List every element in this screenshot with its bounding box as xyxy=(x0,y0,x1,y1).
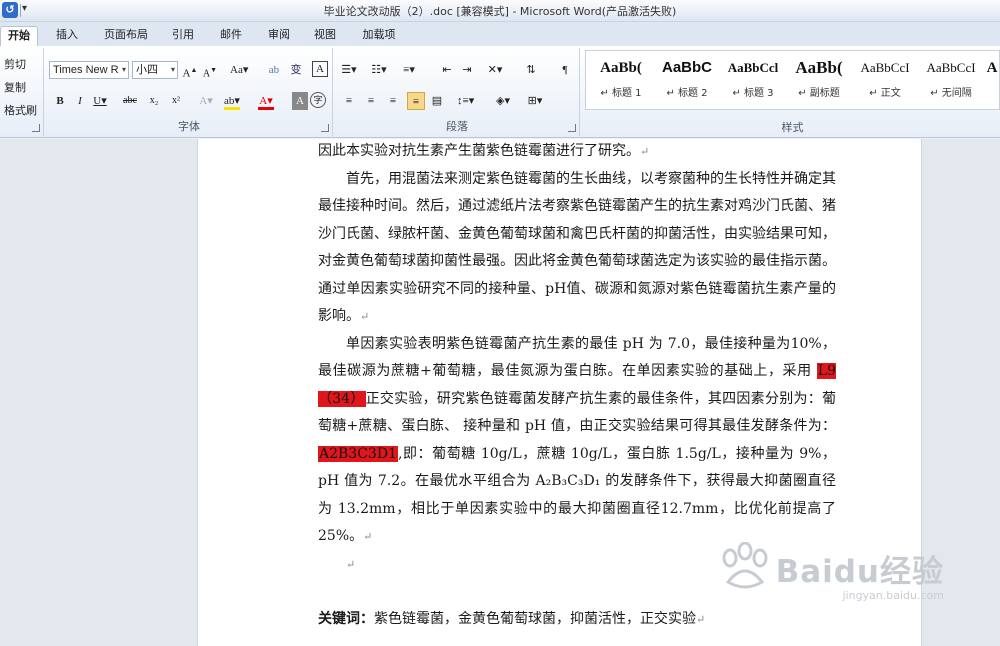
superscript-button[interactable]: x² xyxy=(168,92,184,110)
align-center-icon[interactable]: ≡ xyxy=(363,92,379,110)
italic-button[interactable]: I xyxy=(72,92,88,110)
tab-home[interactable]: 开始 xyxy=(0,26,38,46)
font-group: Times New R ▾ 小四 ▾ A▲ A▼ Aa▾ ab 变 A B I U▾… xyxy=(46,48,333,136)
chevron-down-icon: ▾ xyxy=(170,65,175,74)
paragraph-group: ☰▾ ☷▾ ≡▾ ⇤ ⇥ ✕▾ ⇅ ¶ ≡ ≡ ≡ ≡ ▤ ↕≡▾ ◈▾ ⊞▾ … xyxy=(335,48,580,136)
style-more-preview[interactable]: A xyxy=(984,55,1000,107)
show-formatting-marks-icon[interactable]: ¶ xyxy=(557,61,573,79)
subscript-button[interactable]: x₂ xyxy=(146,92,162,110)
grow-font-icon[interactable]: A▲ xyxy=(182,61,198,80)
chinese-layout-icon[interactable]: ✕▾ xyxy=(487,61,503,79)
style-name: ↵ 副标题 xyxy=(798,88,840,99)
style-name: ↵ 标题 2 xyxy=(666,88,708,99)
font-size-select[interactable]: 小四 ▾ xyxy=(132,61,178,79)
ribbon: 剪切 复制 格式刷 Times New R ▾ 小四 ▾ A▲ A▼ Aa▾ ab … xyxy=(0,46,1000,138)
clipboard-launcher-icon[interactable] xyxy=(32,124,40,132)
style-no-spacing[interactable]: AaBbCcI ↵ 无间隔 xyxy=(918,55,984,107)
tab-addins[interactable]: 加载项 xyxy=(356,26,402,46)
style-name: ↵ 标题 1 xyxy=(600,88,642,99)
paragraph-launcher-icon[interactable] xyxy=(568,124,576,132)
paragraph-methods: 首先，用混菌法来测定紫色链霉菌的生长曲线，以考察菌种的生长特性并确定其最佳接种时… xyxy=(318,170,836,325)
highlighted-optimal-combination: A2B3C3D1 xyxy=(318,445,398,462)
change-case-icon[interactable]: Aa▾ xyxy=(230,61,248,79)
underline-button[interactable]: U▾ xyxy=(92,92,108,110)
phonetic-guide-icon[interactable]: 变 xyxy=(288,61,304,79)
line-spacing-icon[interactable]: ↕≡▾ xyxy=(457,92,474,110)
font-group-label: 字体 xyxy=(178,120,200,133)
font-color-icon[interactable]: A▾ xyxy=(258,92,274,110)
baidu-watermark: Baidu经验 jingyan.baidu.com xyxy=(722,542,944,602)
style-preview: AaBbCcl xyxy=(727,60,779,75)
style-name: ↵ 标题 3 xyxy=(732,88,774,99)
distributed-icon[interactable]: ▤ xyxy=(429,92,445,110)
shading-icon[interactable]: ◈▾ xyxy=(495,92,511,110)
keywords-line: 关键词：紫色链霉菌，金黄色葡萄球菌，抑菌活性，正交实验↵ xyxy=(318,610,706,627)
text-effects-icon[interactable]: A▾ xyxy=(198,92,214,110)
style-preview: AaBb( xyxy=(600,60,642,76)
multilevel-list-icon[interactable]: ≡▾ xyxy=(401,61,417,79)
bullets-icon[interactable]: ☰▾ xyxy=(341,61,357,79)
styles-gallery: AaBb( ↵ 标题 1 AaBbC ↵ 标题 2 AaBbCcl ↵ 标题 3… xyxy=(585,50,1000,110)
paragraph-group-label: 段落 xyxy=(446,120,468,133)
align-right-icon[interactable]: ≡ xyxy=(385,92,401,110)
copy-button[interactable]: 复制 xyxy=(4,79,26,95)
style-name: ↵ 正文 xyxy=(869,88,901,99)
keywords-label: 关键词： xyxy=(318,610,374,627)
align-left-icon[interactable]: ≡ xyxy=(341,92,357,110)
title-bar: ↺ ▾ 毕业论文改动版（2）.doc [兼容模式] - Microsoft Wo… xyxy=(0,0,1000,22)
strikethrough-button[interactable]: abc xyxy=(122,92,138,110)
style-subtitle[interactable]: AaBb( ↵ 副标题 xyxy=(786,55,852,107)
style-preview: AaBbCcI xyxy=(860,60,910,75)
style-heading-3[interactable]: AaBbCcl ↵ 标题 3 xyxy=(720,55,786,107)
justify-icon[interactable]: ≡ xyxy=(407,92,425,110)
format-painter-button[interactable]: 格式刷 xyxy=(4,102,37,118)
character-shading-icon[interactable]: A xyxy=(292,92,308,110)
window-title: 毕业论文改动版（2）.doc [兼容模式] - Microsoft Word(产… xyxy=(323,5,677,18)
ribbon-tabs: 开始 插入 页面布局 引用 邮件 审阅 视图 加载项 xyxy=(0,22,1000,46)
clear-formatting-icon[interactable]: ab xyxy=(266,61,282,79)
style-preview: AaBbCcI xyxy=(926,60,976,75)
shrink-font-icon[interactable]: A▼ xyxy=(202,61,218,79)
increase-indent-icon[interactable]: ⇥ xyxy=(459,61,475,79)
tab-page-layout[interactable]: 页面布局 xyxy=(98,26,154,46)
style-preview: AaBb( xyxy=(795,58,843,77)
style-name: ↵ 无间隔 xyxy=(930,88,972,99)
enclosed-characters-icon[interactable]: 字 xyxy=(310,92,326,108)
tab-insert[interactable]: 插入 xyxy=(48,26,86,46)
highlight-color-icon[interactable]: ab▾ xyxy=(224,92,240,110)
tab-view[interactable]: 视图 xyxy=(308,26,342,46)
watermark-brand: Baidu经验 xyxy=(775,554,944,590)
sort-icon[interactable]: ⇅ xyxy=(523,61,539,79)
bold-button[interactable]: B xyxy=(52,92,68,110)
cut-button[interactable]: 剪切 xyxy=(4,56,26,72)
font-size-value: 小四 xyxy=(136,64,158,76)
baidu-paw-icon xyxy=(722,542,768,589)
word-window: ↺ ▾ 毕业论文改动版（2）.doc [兼容模式] - Microsoft Wo… xyxy=(0,0,1000,646)
paragraph-continued: 因此本实验对抗生素产生菌紫色链霉菌进行了研究。↵ xyxy=(318,143,650,159)
keywords-value: 紫色链霉菌，金黄色葡萄球菌，抑菌活性，正交实验 xyxy=(374,610,696,627)
tab-review[interactable]: 审阅 xyxy=(262,26,296,46)
style-heading-1[interactable]: AaBb( ↵ 标题 1 xyxy=(588,55,654,107)
font-name-select[interactable]: Times New R ▾ xyxy=(49,61,129,79)
borders-icon[interactable]: ⊞▾ xyxy=(527,92,543,110)
clipboard-group: 剪切 复制 格式刷 xyxy=(0,48,44,136)
style-heading-2[interactable]: AaBbC ↵ 标题 2 xyxy=(654,55,720,107)
font-name-value: Times New R xyxy=(53,64,119,76)
tab-references[interactable]: 引用 xyxy=(166,26,200,46)
styles-group-label: 样式 xyxy=(781,121,804,134)
paragraph-results: 单因素实验表明紫色链霉菌产抗生素的最佳 pH 为 7.0，最佳接种量为10%，最… xyxy=(318,335,836,544)
numbering-icon[interactable]: ☷▾ xyxy=(371,61,387,79)
style-preview: AaBbC xyxy=(661,59,712,76)
decrease-indent-icon[interactable]: ⇤ xyxy=(439,61,455,79)
chevron-down-icon: ▾ xyxy=(121,65,126,74)
character-border-icon[interactable]: A xyxy=(312,61,328,77)
style-preview: A xyxy=(986,60,998,76)
tab-mailings[interactable]: 邮件 xyxy=(214,26,248,46)
style-normal[interactable]: AaBbCcI ↵ 正文 xyxy=(852,55,918,107)
font-launcher-icon[interactable] xyxy=(321,124,329,132)
